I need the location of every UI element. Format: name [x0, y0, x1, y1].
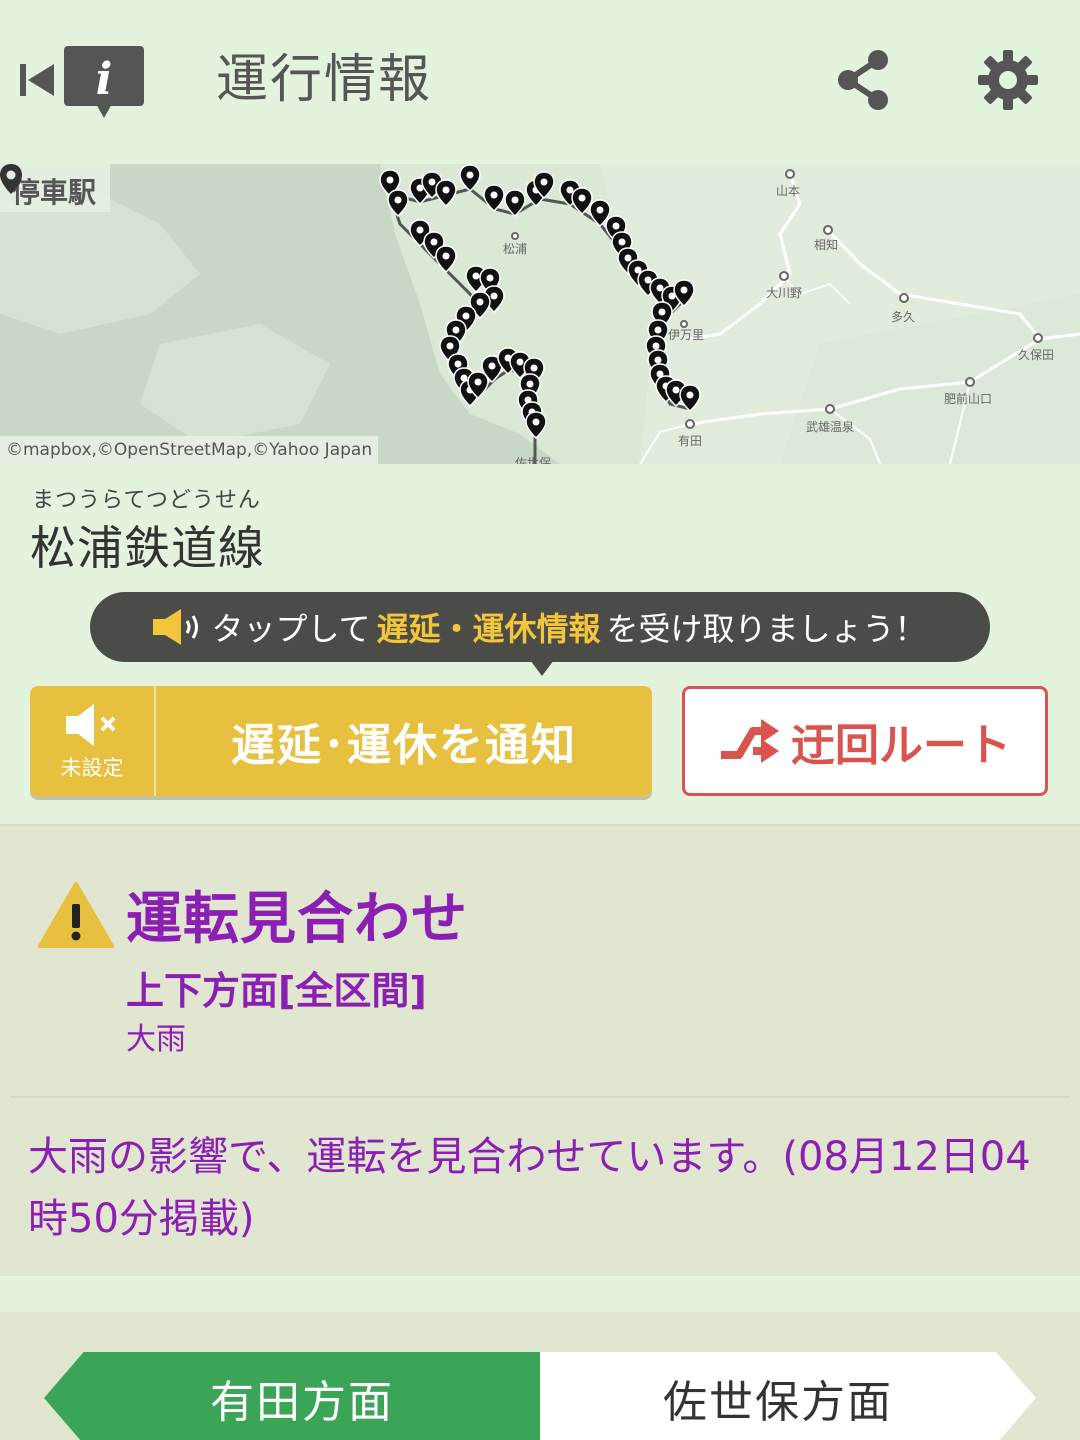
detour-icon	[721, 719, 779, 763]
status-section: 上下方面[全区間]	[126, 969, 427, 1013]
tab-sasebo-direction[interactable]: 佐世保方面	[540, 1352, 1036, 1440]
notify-status: 未設定	[30, 686, 156, 796]
map-station-label: 松浦	[503, 242, 528, 256]
page-title: 運行情報	[216, 50, 433, 110]
tab-arita-direction[interactable]: 有田方面	[44, 1352, 540, 1440]
stop-stations-label: 停車駅	[12, 176, 97, 209]
tooltip-suffix: を受け取りましょう！	[606, 610, 927, 648]
route-map[interactable]: 山本 相知 松浦 大川野 多久 伊万里 久保田 肥前山口 武雄温泉 有田 佐世保…	[0, 164, 1080, 464]
notify-tooltip[interactable]: タップして 遅延・運休情報 を受け取りましょう！	[90, 592, 990, 662]
divider	[10, 1096, 1070, 1098]
map-station-label: 大川野	[766, 286, 803, 300]
tooltip-prefix: タップして	[211, 610, 371, 648]
gear-icon[interactable]	[976, 48, 1040, 112]
speaker-icon	[153, 609, 199, 645]
status-message: 大雨の影響で、運転を見合わせています。(08月12日04時50分掲載)	[28, 1134, 1031, 1242]
map-station-label: 佐世保	[515, 456, 552, 464]
direction-tabs: 有田方面 佐世保方面	[0, 1276, 1080, 1440]
map-station-label: 相知	[814, 238, 839, 252]
map-station-label: 多久	[891, 310, 916, 324]
map-station-label: 久保田	[1018, 348, 1055, 362]
status-cause: 大雨	[126, 1022, 186, 1057]
map-pin-icon	[0, 164, 22, 194]
line-name-ruby: まつうらてつどうせん	[32, 488, 261, 513]
skip-back-icon[interactable]	[20, 60, 56, 100]
speaker-mute-icon	[66, 704, 116, 746]
notify-button-label: 遅延･運休を通知	[231, 720, 577, 771]
svg-text:i: i	[96, 54, 113, 105]
map-station-label: 肥前山口	[944, 392, 993, 406]
map-station-label: 伊万里	[668, 328, 705, 342]
info-icon[interactable]: i	[64, 46, 144, 122]
status-title: 運転見合わせ	[126, 887, 468, 952]
warning-icon	[38, 882, 114, 948]
tooltip-tail	[530, 660, 554, 676]
app-header: i 運行情報	[0, 0, 1080, 164]
map-station-label: 有田	[678, 434, 703, 448]
map-credit: ©mapbox,©OpenStreetMap,©Yahoo Japan	[0, 436, 379, 464]
line-name: 松浦鉄道線	[30, 521, 265, 575]
detour-button-label: 迂回ルート	[791, 720, 1011, 771]
map-station-label: 山本	[776, 184, 801, 198]
share-icon[interactable]	[832, 48, 896, 112]
map-station-label: 武雄温泉	[806, 420, 855, 434]
status-panel: 運転見合わせ 上下方面[全区間] 大雨 大雨の影響で、運転を見合わせています。(…	[0, 824, 1080, 1276]
tooltip-highlight: 遅延・運休情報	[376, 610, 601, 648]
notify-unset-label: 未設定	[60, 756, 124, 780]
detour-route-button[interactable]: 迂回ルート	[682, 686, 1048, 796]
stop-stations-toggle[interactable]: 停車駅	[0, 164, 111, 212]
notify-delay-button[interactable]: 未設定 遅延･運休を通知	[30, 686, 652, 796]
